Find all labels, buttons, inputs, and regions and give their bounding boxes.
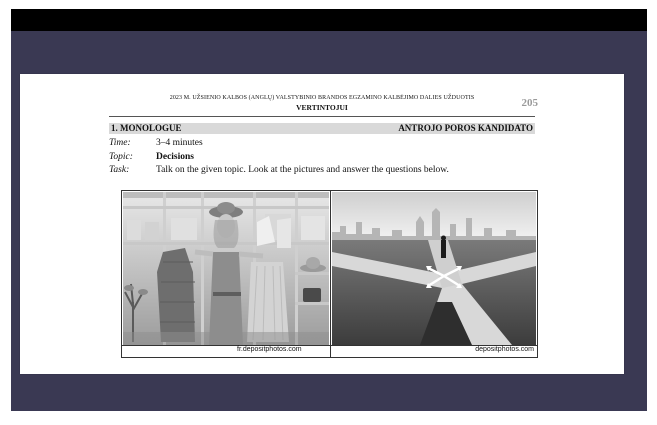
crossroads-photo bbox=[332, 192, 536, 345]
time-value: 3–4 minutes bbox=[156, 138, 203, 148]
section-title: 1. MONOLOGUE bbox=[111, 123, 182, 133]
right-image-credit: depositphotos.com bbox=[475, 346, 534, 353]
time-label: Time: bbox=[109, 138, 131, 148]
task-label: Task: bbox=[109, 165, 130, 175]
task-value: Talk on the given topic. Look at the pic… bbox=[156, 165, 449, 175]
page-number: 205 bbox=[521, 97, 539, 109]
section-bar: 1. MONOLOGUE ANTROJO POROS KANDIDATO bbox=[109, 123, 535, 134]
topic-value: Decisions bbox=[156, 152, 194, 162]
shopping-decision-photo bbox=[123, 192, 329, 345]
header-rule bbox=[109, 116, 535, 117]
topic-label: Topic: bbox=[109, 152, 133, 162]
images-box: fr.depositphotos.com depositphotos.com bbox=[121, 190, 538, 358]
candidate-label: ANTROJO POROS KANDIDATO bbox=[398, 123, 533, 133]
document-page: 2023 M. UŽSIENIO KALBOS (ANGLŲ) VALSTYBI… bbox=[20, 74, 624, 374]
image-divider bbox=[330, 191, 331, 357]
left-image-credit: fr.depositphotos.com bbox=[237, 346, 302, 353]
top-black-bar bbox=[11, 9, 647, 31]
